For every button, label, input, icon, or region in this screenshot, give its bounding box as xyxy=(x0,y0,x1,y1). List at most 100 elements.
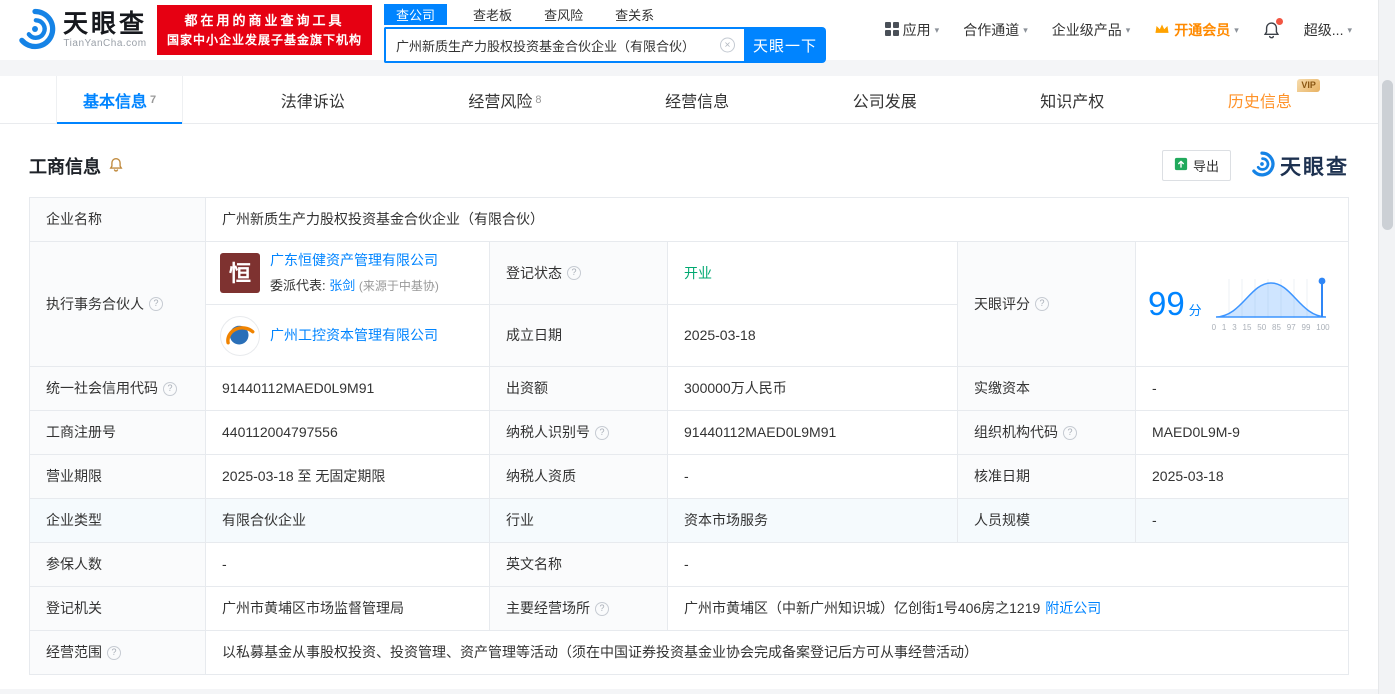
score-distribution-chart: 0 1 3 15 50 85 97 99 100 xyxy=(1212,275,1330,334)
section-header: 工商信息 导出 天眼查 xyxy=(0,124,1378,197)
promo-line2: 国家中小企业发展子基金旗下机构 xyxy=(167,33,363,48)
insured-count-value: - xyxy=(206,543,490,587)
help-icon[interactable]: ? xyxy=(107,645,121,660)
nav-apps-label: 应用 xyxy=(902,22,931,38)
partner-name-link[interactable]: 广东恒健资产管理有限公司 xyxy=(270,250,439,271)
premises-value-cell: 广州市黄埔区（中新广州知识城）亿创街1号406房之1219 附近公司 xyxy=(668,587,1349,631)
tianyancha-logo-icon xyxy=(14,8,56,53)
contribution-value: 300000万人民币 xyxy=(668,367,958,411)
tab-basic-info[interactable]: 基本信息 7 xyxy=(56,76,184,124)
nav-open-vip-label: 开通会员 xyxy=(1174,22,1231,38)
score-unit: 分 xyxy=(1188,303,1202,318)
export-button[interactable]: 导出 xyxy=(1161,150,1231,181)
contribution-label: 出资额 xyxy=(490,367,668,411)
table-row: 企业名称 广州新质生产力股权投资基金合伙企业（有限合伙） xyxy=(30,198,1349,242)
tianyancha-logo[interactable]: 天眼查 TianYanCha.com xyxy=(14,8,147,53)
brand-domain: TianYanCha.com xyxy=(63,38,147,50)
tab-business-info[interactable]: 经营信息 xyxy=(639,76,755,123)
table-row: 登记机关 广州市黄埔区市场监督管理局 主要经营场所 ? 广州市黄埔区（中新广州知… xyxy=(30,587,1349,631)
help-icon[interactable]: ? xyxy=(163,381,177,396)
business-term-label: 营业期限 xyxy=(30,455,206,499)
tab-basic-info-count: 7 xyxy=(150,93,157,106)
tab-intellectual-property[interactable]: 知识产权 xyxy=(1014,76,1130,123)
reg-status-label: 登记状态 ? xyxy=(490,242,667,304)
monitor-bell-icon[interactable] xyxy=(109,157,123,175)
rep-name-link[interactable]: 张剑 xyxy=(329,278,355,293)
watermark-logo: 天眼查 xyxy=(1249,151,1349,181)
top-nav: 应用 ▾ 合作通道 ▾ 企业级产品 ▾ 开通会员 ▾ 超级... ▾ xyxy=(884,18,1378,40)
label-text: 纳税人识别号 xyxy=(506,424,590,440)
chevron-down-icon: ▾ xyxy=(1234,24,1239,35)
score-cell: 99 分 0 1 3 15 50 85 97 99 100 xyxy=(1136,242,1349,367)
label-text: 主要经营场所 xyxy=(506,600,590,616)
paid-capital-label: 实缴资本 xyxy=(958,367,1136,411)
nav-account[interactable]: 超级... ▾ xyxy=(1304,20,1352,40)
search-button[interactable]: 天眼一下 xyxy=(744,27,827,63)
help-icon[interactable]: ? xyxy=(1035,297,1049,311)
org-code-value: MAED0L9M-9 xyxy=(1136,411,1349,455)
export-label: 导出 xyxy=(1192,159,1219,174)
top-header: 天眼查 TianYanCha.com 都在用的商业查询工具 国家中小企业发展子基… xyxy=(0,0,1378,63)
search-area: 查公司 查老板 查风险 查关系 ✕ 天眼一下 xyxy=(384,0,827,63)
table-row: 经营范围 ? 以私募基金从事股权投资、投资管理、资产管理等活动（须在中国证券投资… xyxy=(30,631,1349,675)
nav-apps[interactable]: 应用 ▾ xyxy=(884,20,939,40)
nav-open-vip[interactable]: 开通会员 ▾ xyxy=(1154,20,1239,40)
company-type-label: 企业类型 xyxy=(30,499,206,543)
tab-legal-label: 法律诉讼 xyxy=(280,93,345,111)
notification-bell-icon[interactable] xyxy=(1263,18,1283,39)
grid-icon xyxy=(884,21,899,39)
taxpayer-id-value: 91440112MAED0L9M91 xyxy=(668,411,958,455)
notification-dot xyxy=(1275,18,1283,25)
business-info-table: 企业名称 广州新质生产力股权投资基金合伙企业（有限合伙） 执行事务合伙人 ? 恒… xyxy=(29,197,1349,675)
help-icon[interactable]: ? xyxy=(595,425,609,440)
insured-count-label: 参保人数 xyxy=(30,543,206,587)
partner-name-link[interactable]: 广州工控资本管理有限公司 xyxy=(270,325,438,346)
paid-capital-value: - xyxy=(1136,367,1349,411)
scrollbar[interactable] xyxy=(1378,0,1395,694)
help-icon[interactable]: ? xyxy=(1063,425,1077,440)
section-title: 工商信息 xyxy=(29,156,101,177)
nav-enterprise-products[interactable]: 企业级产品 ▾ xyxy=(1052,20,1131,40)
help-icon[interactable]: ? xyxy=(595,601,609,616)
clear-icon[interactable]: ✕ xyxy=(720,37,736,53)
table-row: 统一社会信用代码 ? 91440112MAED0L9M91 出资额 300000… xyxy=(30,367,1349,411)
nav-enterprise-products-label: 企业级产品 xyxy=(1051,22,1122,38)
nav-account-label: 超级... xyxy=(1303,22,1344,38)
status-labels-cell: 登记状态 ? 成立日期 xyxy=(490,242,668,367)
nav-partner-channel[interactable]: 合作通道 ▾ xyxy=(963,20,1028,40)
english-name-label: 英文名称 xyxy=(490,543,668,587)
help-icon[interactable]: ? xyxy=(567,266,581,280)
scrollbar-thumb[interactable] xyxy=(1381,80,1393,230)
score-axis: 0 1 3 15 50 85 97 99 100 xyxy=(1211,322,1330,332)
tab-operating-risk-label: 经营风险 xyxy=(468,93,533,111)
tab-business-info-label: 经营信息 xyxy=(665,93,730,111)
promo-line1: 都在用的商业查询工具 xyxy=(184,12,345,28)
taxpayer-quality-value: - xyxy=(668,455,958,499)
watermark-text: 天眼查 xyxy=(1280,155,1349,179)
approval-date-value: 2025-03-18 xyxy=(1136,455,1349,499)
tab-legal[interactable]: 法律诉讼 xyxy=(255,76,371,123)
nearby-companies-link[interactable]: 附近公司 xyxy=(1045,598,1101,619)
search-tabs: 查公司 查老板 查风险 查关系 xyxy=(384,4,826,25)
partner-logo xyxy=(220,315,260,356)
search-tab-company[interactable]: 查公司 xyxy=(384,4,448,25)
taxpayer-id-label: 纳税人识别号 ? xyxy=(490,411,668,455)
company-name-label: 企业名称 xyxy=(30,198,206,242)
label-text: 登记状态 xyxy=(506,264,562,281)
search-input[interactable] xyxy=(384,27,745,63)
tab-operating-risk[interactable]: 经营风险 8 xyxy=(442,76,567,123)
tab-company-development-label: 公司发展 xyxy=(852,93,917,111)
search-tab-relation[interactable]: 查关系 xyxy=(609,4,660,25)
tab-company-development[interactable]: 公司发展 xyxy=(827,76,943,123)
tab-history-info[interactable]: 历史信息 VIP xyxy=(1202,76,1320,123)
table-row: 工商注册号 440112004797556 纳税人识别号 ? 91440112M… xyxy=(30,411,1349,455)
search-tab-risk[interactable]: 查风险 xyxy=(538,4,589,25)
partner-item: 恒 广东恒健资产管理有限公司 委派代表: 张剑 (来源于中基协) xyxy=(206,242,489,304)
brand-name: 天眼查 xyxy=(63,9,148,38)
partners-cell: 恒 广东恒健资产管理有限公司 委派代表: 张剑 (来源于中基协) 广州工控资本管… xyxy=(206,242,490,367)
tab-basic-info-label: 基本信息 xyxy=(83,93,148,111)
establish-date-value: 2025-03-18 xyxy=(668,304,957,366)
reg-status-value-wrap: 开业 xyxy=(668,242,957,304)
help-icon[interactable]: ? xyxy=(149,297,163,311)
search-tab-boss[interactable]: 查老板 xyxy=(467,4,518,25)
